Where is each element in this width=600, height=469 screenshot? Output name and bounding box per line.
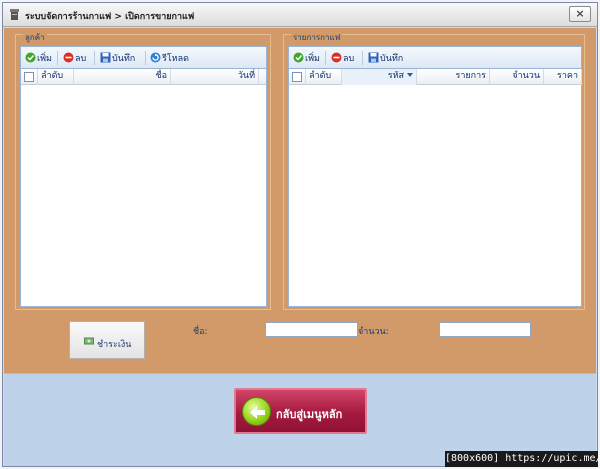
title-bar[interactable]: ระบบจัดการร้านกาแฟ > เปิดการขายกาแฟ × (3, 3, 597, 27)
customers-delete-button[interactable]: ลบ (63, 51, 86, 65)
save-icon (100, 52, 111, 63)
coffee-column-header[interactable]: ราคา (544, 69, 582, 85)
close-button[interactable]: × (569, 6, 591, 22)
toolbar-separator (94, 51, 95, 65)
toolbar-separator (145, 51, 146, 65)
customers-select-all-column[interactable] (21, 69, 38, 85)
delete-icon (63, 52, 74, 63)
content-panel: ลูกค้า เพิ่ม ลบ บันทึก รีโหลด ลำดับ ชื่อ… (4, 28, 596, 373)
coffee-column-header[interactable]: รายการ (417, 69, 490, 85)
add-icon (293, 52, 304, 63)
save-icon (368, 52, 379, 63)
customers-toolbar: เพิ่ม ลบ บันทึก รีโหลด (21, 47, 266, 69)
coffee-column-header[interactable]: ลำดับ (306, 69, 342, 85)
customers-column-header[interactable]: ลำดับ (38, 69, 74, 85)
customers-grid-panel: เพิ่ม ลบ บันทึก รีโหลด ลำดับ ชื่อ วันที่ (20, 46, 267, 307)
coffee-items-group-label: รายการกาแฟ (291, 33, 343, 42)
customers-grid-header: ลำดับ ชื่อ วันที่ (21, 69, 266, 85)
add-icon (25, 52, 36, 63)
customers-add-label: เพิ่ม (37, 54, 52, 64)
back-to-main-menu-button[interactable]: กลับสู่เมนูหลัก (234, 388, 367, 434)
watermark-text: [800x600] https://upic.me/ (445, 451, 600, 467)
coffee-add-button[interactable]: เพิ่ม (293, 51, 320, 65)
coffee-items-grid-panel: เพิ่ม ลบ บันทึก ลำดับ รหัส รายการ จำนวน … (288, 46, 582, 307)
coffee-column-header-sorted[interactable]: รหัส (342, 69, 417, 85)
coffee-items-grid-header: ลำดับ รหัส รายการ จำนวน ราคา (289, 69, 582, 85)
coffee-cup-icon (10, 9, 19, 20)
arrow-left-glyph (250, 406, 265, 419)
select-all-checkbox[interactable] (292, 72, 302, 82)
money-icon (84, 337, 94, 345)
coffee-save-label: บันทึก (380, 54, 404, 64)
toolbar-separator (362, 51, 363, 65)
customers-add-button[interactable]: เพิ่ม (25, 51, 52, 65)
coffee-items-toolbar: เพิ่ม ลบ บันทึก (289, 47, 581, 69)
coffee-sorted-column-label: รหัส (387, 71, 404, 81)
customers-delete-label: ลบ (75, 54, 87, 64)
coffee-delete-button[interactable]: ลบ (331, 51, 354, 65)
reload-icon (150, 52, 161, 63)
pay-button-label: ชำระเงิน (97, 340, 132, 350)
quantity-field[interactable] (439, 322, 531, 337)
coffee-delete-label: ลบ (343, 54, 355, 64)
select-all-checkbox[interactable] (24, 72, 34, 82)
customers-reload-label: รีโหลด (162, 54, 189, 64)
customers-column-header[interactable]: ชื่อ (74, 69, 171, 85)
window-title: ระบบจัดการร้านกาแฟ > เปิดการขายกาแฟ (25, 12, 195, 22)
name-field[interactable] (265, 322, 358, 337)
coffee-add-label: เพิ่ม (305, 54, 320, 64)
customers-group: ลูกค้า เพิ่ม ลบ บันทึก รีโหลด ลำดับ ชื่อ… (15, 33, 271, 310)
toolbar-separator (57, 51, 58, 65)
toolbar-separator (325, 51, 326, 65)
customers-group-label: ลูกค้า (23, 33, 47, 42)
quantity-label: จำนวน: (358, 327, 389, 337)
pay-button[interactable]: ชำระเงิน (69, 321, 145, 359)
back-button-label: กลับสู่เมนูหลัก (276, 408, 343, 421)
coffee-save-button[interactable]: บันทึก (368, 51, 403, 65)
coffee-items-group: รายการกาแฟ เพิ่ม ลบ บันทึก ลำดับ รหัส รา… (283, 33, 585, 310)
customers-reload-button[interactable]: รีโหลด (150, 51, 189, 65)
customers-save-button[interactable]: บันทึก (100, 51, 135, 65)
delete-icon (331, 52, 342, 63)
coffee-column-header[interactable]: จำนวน (490, 69, 544, 85)
sort-descending-icon (407, 73, 413, 77)
customers-save-label: บันทึก (112, 54, 136, 64)
name-label: ชื่อ: (193, 327, 208, 337)
back-arrow-icon (242, 397, 271, 426)
customers-column-header[interactable]: วันที่ (171, 69, 259, 85)
coffee-select-all-column[interactable] (289, 69, 306, 85)
main-window: ระบบจัดการร้านกาแฟ > เปิดการขายกาแฟ × ลู… (2, 2, 598, 467)
